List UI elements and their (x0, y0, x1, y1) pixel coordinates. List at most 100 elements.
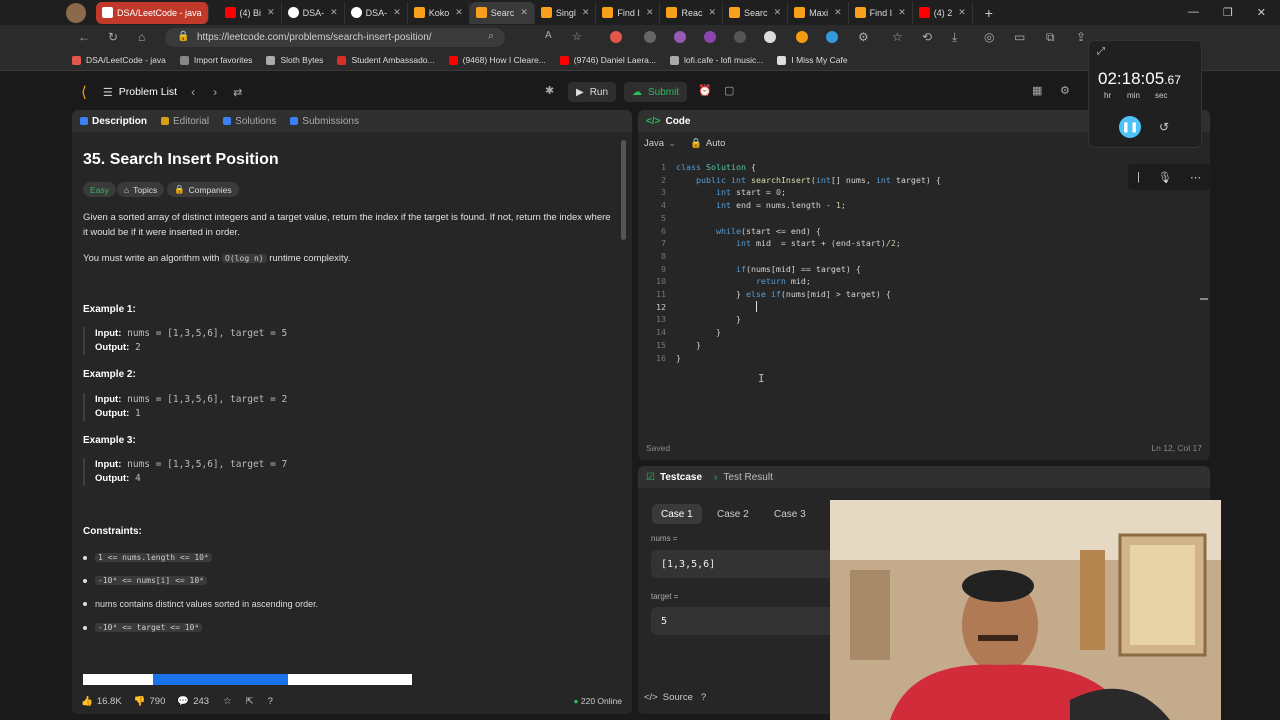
bookmark-item[interactable]: Student Ambassado... (337, 55, 435, 65)
browser-tab[interactable]: Find I ✕ (849, 1, 913, 24)
prev-problem-icon[interactable]: ‹ (191, 85, 195, 99)
run-button[interactable]: ▶ Run (568, 82, 617, 102)
topics-chip[interactable]: ⌂ Topics (117, 182, 165, 197)
close-icon[interactable]: ✕ (455, 7, 463, 18)
notes-icon[interactable]: ▢ (724, 84, 734, 97)
layout-icon[interactable]: ▦ (1032, 84, 1042, 97)
back-icon[interactable]: ← (78, 30, 90, 44)
debug-icon[interactable]: ✱ (545, 84, 554, 97)
close-icon[interactable]: ✕ (709, 7, 717, 18)
shield-icon[interactable] (764, 31, 776, 43)
close-icon[interactable]: ✕ (520, 7, 528, 18)
download-icon[interactable]: ⤓ (952, 30, 957, 45)
shuffle-icon[interactable]: ⇄ (233, 86, 242, 99)
tab-testcase[interactable]: Testcase (660, 472, 702, 483)
new-tab-button[interactable]: + (985, 5, 993, 21)
extension-icon[interactable]: ◎ (984, 30, 994, 44)
close-icon[interactable]: ✕ (898, 7, 906, 18)
dislike-icon[interactable]: 👎 (134, 696, 146, 707)
problem-list-link[interactable]: Problem List (119, 86, 177, 98)
close-icon[interactable]: ✕ (393, 7, 401, 18)
chat-icon[interactable]: ▭ (1014, 30, 1025, 44)
more-options-icon[interactable]: ⋯ (1190, 171, 1201, 184)
close-icon[interactable]: ✕ (834, 7, 842, 18)
language-select[interactable]: Java (644, 138, 664, 149)
bookmark-item[interactable]: (9468) How I Cleare... (448, 55, 546, 65)
profile-avatar[interactable] (66, 2, 86, 23)
bookmark-item[interactable]: DSA/LeetCode - java (72, 55, 166, 65)
next-problem-icon[interactable]: › (213, 85, 217, 99)
extension-icon[interactable] (826, 31, 838, 43)
close-icon[interactable]: ✕ (582, 7, 590, 18)
maximize-button[interactable]: ❐ (1223, 6, 1233, 19)
read-aloud-icon[interactable]: A (545, 30, 552, 41)
timer-icon[interactable]: ⏰ (698, 84, 712, 97)
microphone-icon[interactable]: 🎙 (1158, 171, 1172, 184)
submit-button[interactable]: ☁ Submit (624, 82, 688, 102)
url-bar[interactable]: 🔒 https://leetcode.com/problems/search-i… (165, 28, 505, 47)
tab-group-dsa[interactable]: DSA/LeetCode - java (96, 1, 209, 24)
scrollbar[interactable] (621, 140, 626, 240)
comment-icon[interactable]: 💬 (177, 696, 189, 707)
bookmark-item[interactable]: Sloth Bytes (266, 55, 323, 65)
source-link[interactable]: </> Source? (644, 692, 706, 703)
extension-icon[interactable] (610, 31, 622, 43)
ad-banner[interactable] (83, 674, 412, 685)
companies-chip[interactable]: 🔒 Companies (167, 182, 239, 197)
leetcode-logo-icon[interactable]: ⟨ (81, 83, 87, 101)
case-tab-3[interactable]: Case 3 (765, 504, 815, 524)
difficulty-badge[interactable]: Easy (83, 182, 116, 197)
browser-tab[interactable]: Find I ✕ (596, 1, 661, 24)
minimize-button[interactable]: — (1188, 6, 1199, 19)
extension-icon[interactable] (674, 31, 686, 43)
screenshot-icon[interactable]: ⧉ (1046, 30, 1055, 45)
favorite-star-icon[interactable]: ☆ (572, 30, 582, 43)
reload-icon[interactable]: ↻ (108, 30, 118, 44)
help-icon[interactable]: ? (268, 696, 273, 707)
share-icon[interactable]: ⇱ (246, 696, 254, 707)
tab-test-result[interactable]: Test Result (723, 472, 772, 483)
tab-description[interactable]: Description (80, 116, 147, 127)
browser-tab[interactable]: Searc ✕ (723, 1, 789, 24)
browser-tab[interactable]: (4) 2 ✕ (913, 1, 973, 24)
case-tab-1[interactable]: Case 1 (652, 504, 702, 524)
star-icon[interactable]: ☆ (223, 696, 232, 707)
extension-icon[interactable] (796, 31, 808, 43)
reset-button[interactable]: ↺ (1153, 116, 1175, 138)
extension-icon[interactable] (644, 31, 656, 43)
tab-submissions[interactable]: Submissions (290, 116, 359, 127)
share-icon[interactable]: ⇪ (1076, 30, 1086, 44)
bookmark-item[interactable]: I Miss My Cafe (777, 55, 848, 65)
pause-button[interactable]: ❚❚ (1119, 116, 1141, 138)
extension-icon[interactable] (734, 31, 746, 43)
case-tab-2[interactable]: Case 2 (708, 504, 758, 524)
close-window-button[interactable]: ✕ (1257, 6, 1266, 19)
browser-tab[interactable]: DSA- ✕ (345, 1, 408, 24)
tab-solutions[interactable]: Solutions (223, 116, 276, 127)
tab-editorial[interactable]: Editorial (161, 116, 209, 127)
browser-tab[interactable]: Reac ✕ (660, 1, 724, 24)
expand-icon[interactable]: ⤢ (1097, 46, 1105, 57)
browser-tab[interactable]: Koko ✕ (408, 1, 470, 24)
browser-tab[interactable]: Maxi ✕ (788, 1, 849, 24)
close-icon[interactable]: ✕ (958, 7, 966, 18)
auto-toggle[interactable]: Auto (706, 138, 726, 149)
settings-gear-icon[interactable]: ⚙ (1060, 84, 1070, 97)
browser-tab[interactable]: Singl ✕ (535, 1, 597, 24)
like-icon[interactable]: 👍 (81, 696, 93, 707)
home-icon[interactable]: ⌂ (138, 30, 145, 44)
zoom-icon[interactable]: ⌕ (488, 30, 494, 43)
bookmark-item[interactable]: lofi.cafe - lofi music... (669, 55, 763, 65)
bookmark-item[interactable]: (9746) Daniel Laera... (559, 55, 656, 65)
close-icon[interactable]: ✕ (330, 7, 338, 18)
close-icon[interactable]: ✕ (646, 7, 654, 18)
bookmark-item[interactable]: Import favorites (179, 55, 252, 65)
extension-icon[interactable] (704, 31, 716, 43)
code-editor[interactable]: 1 2 3 4 5 6 7 8 9 10 11 12 13 14 15 16 c… (638, 162, 1210, 424)
close-icon[interactable]: ✕ (267, 7, 275, 18)
browser-tab[interactable]: (4) Bi ✕ (219, 1, 282, 24)
close-icon[interactable]: ✕ (774, 7, 782, 18)
browser-tab[interactable]: DSA- ✕ (282, 1, 345, 24)
history-icon[interactable]: ⟲ (922, 30, 932, 44)
browser-tab-active[interactable]: Searc ✕ (469, 1, 535, 24)
